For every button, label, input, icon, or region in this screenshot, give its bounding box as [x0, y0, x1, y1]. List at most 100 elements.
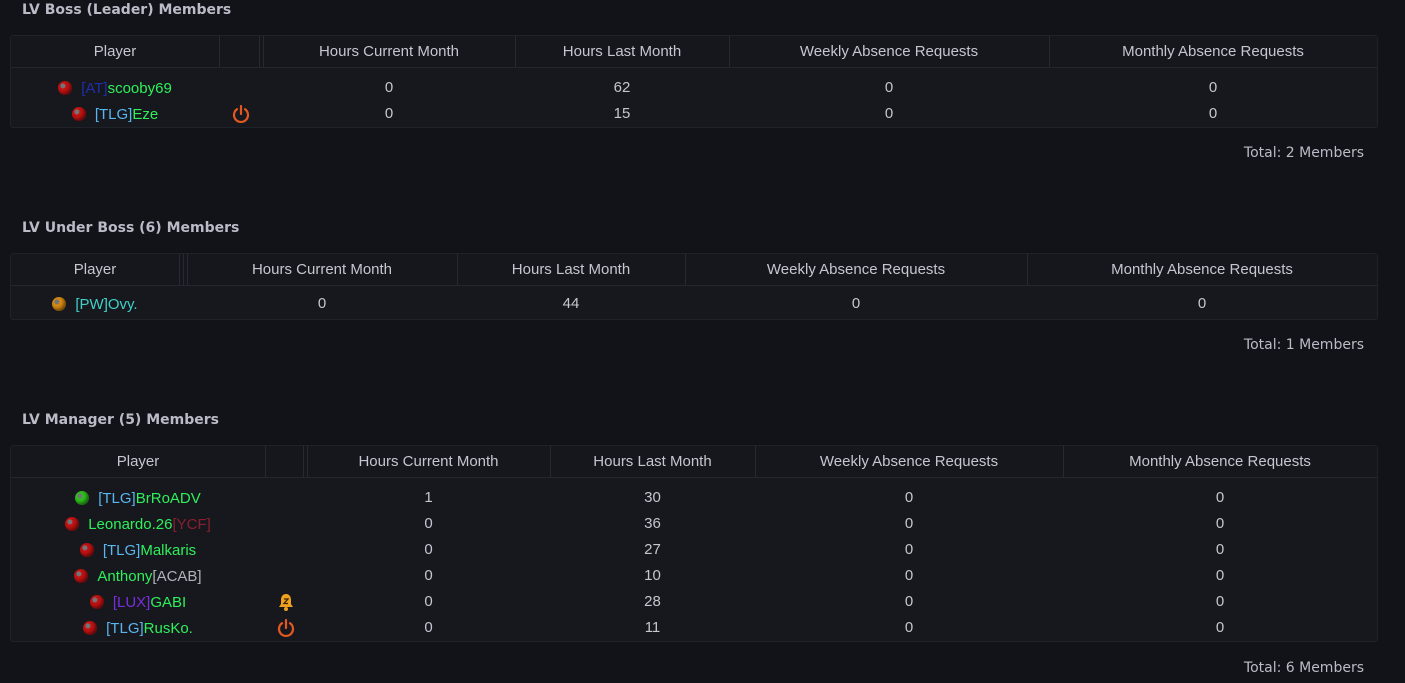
hours-last-cell: 10: [644, 567, 661, 584]
members-table: Player Hours Current Month Hours Last Mo…: [10, 445, 1378, 642]
hours-last-cell: 27: [644, 541, 661, 558]
total-count: Total: 1 Members: [1243, 337, 1364, 353]
weekly-absence-cell: 0: [904, 489, 914, 506]
player-name: RusKo.: [143, 619, 193, 637]
player-name-link[interactable]: [TLG]RusKo.: [106, 620, 193, 637]
weekly-absence-cell: 0: [904, 619, 914, 636]
weekly-absence-cell: 0: [884, 79, 894, 96]
status-red-icon: [58, 81, 73, 95]
col-hours-last[interactable]: Hours Last Month: [457, 254, 685, 285]
player-name: scooby69: [107, 79, 172, 97]
power-icon: [276, 618, 296, 638]
player-cell: [LUX]GABI: [11, 589, 265, 615]
monthly-absence-cell: 0: [1215, 593, 1225, 610]
player-name: BrRoADV: [135, 489, 201, 507]
hours-current-cell: 0: [424, 593, 433, 610]
player-name-link[interactable]: Leonardo.26[YCF]: [88, 516, 211, 533]
table-row[interactable]: [TLG]BrRoADV 1 30 0 0: [11, 485, 1377, 511]
monthly-absence-cell: 0: [1215, 515, 1225, 532]
table-row[interactable]: [AT]scooby69 0 62 0 0: [11, 75, 1377, 101]
weekly-absence-cell: 0: [904, 541, 914, 558]
player-name: Anthony: [97, 567, 153, 585]
player-tag: [PW]: [75, 295, 108, 313]
hours-current-cell: 0: [317, 295, 327, 312]
player-name-link[interactable]: [PW]Ovy.: [75, 296, 137, 313]
hours-last-cell: 15: [613, 105, 631, 122]
col-monthly-absence[interactable]: Monthly Absence Requests: [1063, 446, 1377, 477]
members-table: Player Hours Current Month Hours Last Mo…: [10, 253, 1378, 320]
player-name: GABI: [150, 593, 187, 611]
hours-current-cell: 1: [424, 489, 433, 506]
hours-last-cell: 28: [644, 593, 661, 610]
player-name-link[interactable]: [TLG]BrRoADV: [98, 490, 201, 507]
status-red-icon: [79, 543, 94, 557]
col-weekly-absence[interactable]: Weekly Absence Requests: [755, 446, 1063, 477]
table-row[interactable]: [TLG]Eze 0 15 0 0: [11, 101, 1377, 127]
hours-last-cell: 62: [613, 79, 631, 96]
hours-current-cell: 0: [424, 567, 433, 584]
player-name-link[interactable]: [LUX]GABI: [113, 594, 186, 611]
col-hours-current[interactable]: Hours Current Month: [263, 36, 515, 67]
table-row[interactable]: [PW]Ovy. 0 44 0 0: [11, 291, 1377, 317]
col-player[interactable]: Player: [11, 254, 179, 285]
player-tag: [TLG]: [102, 541, 141, 559]
player-cell: [TLG]RusKo.: [11, 615, 265, 641]
table-header: Player Hours Current Month Hours Last Mo…: [11, 36, 1377, 68]
player-suffix-tag: [ACAB]: [152, 567, 202, 585]
table-header: Player Hours Current Month Hours Last Mo…: [11, 446, 1377, 478]
player-tag: [TLG]: [106, 619, 144, 637]
hours-current-cell: 0: [424, 541, 433, 558]
table-header: Player Hours Current Month Hours Last Mo…: [11, 254, 1377, 286]
monthly-absence-cell: 0: [1208, 79, 1218, 96]
col-hours-last[interactable]: Hours Last Month: [515, 36, 729, 67]
status-green-icon: [75, 491, 90, 505]
status-orange-icon: [52, 297, 67, 311]
total-count: Total: 2 Members: [1243, 145, 1364, 161]
hours-last-cell: 36: [644, 515, 661, 532]
hours-last-cell: 30: [644, 489, 661, 506]
player-cell: Leonardo.26[YCF]: [11, 511, 265, 537]
col-weekly-absence[interactable]: Weekly Absence Requests: [685, 254, 1027, 285]
weekly-absence-cell: 0: [904, 567, 914, 584]
col-player[interactable]: Player: [11, 36, 219, 67]
player-cell: Anthony[ACAB]: [11, 563, 265, 589]
hours-current-cell: 0: [384, 105, 394, 122]
weekly-absence-cell: 0: [851, 295, 861, 312]
weekly-absence-cell: 0: [904, 515, 914, 532]
hours-last-cell: 11: [644, 619, 661, 636]
table-row[interactable]: Anthony[ACAB] 0 10 0 0: [11, 563, 1377, 589]
monthly-absence-cell: 0: [1197, 295, 1207, 312]
table-row[interactable]: [TLG]Malkaris 0 27 0 0: [11, 537, 1377, 563]
table-row[interactable]: [LUX]GABI 0 28 0 0: [11, 589, 1377, 615]
members-table: Player Hours Current Month Hours Last Mo…: [10, 35, 1378, 128]
monthly-absence-cell: 0: [1215, 541, 1225, 558]
player-name-link[interactable]: [AT]scooby69: [81, 80, 172, 97]
player-name-link[interactable]: [TLG]Eze: [95, 106, 158, 123]
col-hours-current[interactable]: Hours Current Month: [187, 254, 457, 285]
player-name: Eze: [132, 105, 159, 123]
player-name-link[interactable]: Anthony[ACAB]: [97, 568, 201, 585]
col-hours-current[interactable]: Hours Current Month: [307, 446, 550, 477]
player-name-link[interactable]: [TLG]Malkaris: [103, 542, 196, 559]
player-tag: [LUX]: [112, 593, 151, 611]
total-count: Total: 6 Members: [1243, 660, 1364, 676]
player-name: Leonardo.26: [88, 515, 173, 533]
status-red-icon: [89, 595, 104, 609]
monthly-absence-cell: 0: [1208, 105, 1218, 122]
hours-current-cell: 0: [384, 79, 394, 96]
hours-last-cell: 44: [562, 295, 580, 312]
player-name: Malkaris: [140, 541, 197, 559]
status-red-icon: [74, 569, 89, 583]
player-cell: [AT]scooby69: [11, 75, 219, 101]
table-row[interactable]: [TLG]RusKo. 0 11 0 0: [11, 615, 1377, 641]
player-cell: [TLG]Malkaris: [11, 537, 265, 563]
hours-current-cell: 0: [424, 619, 433, 636]
col-player[interactable]: Player: [11, 446, 265, 477]
col-monthly-absence[interactable]: Monthly Absence Requests: [1027, 254, 1377, 285]
col-hours-last[interactable]: Hours Last Month: [550, 446, 755, 477]
monthly-absence-cell: 0: [1215, 567, 1225, 584]
col-weekly-absence[interactable]: Weekly Absence Requests: [729, 36, 1049, 67]
table-row[interactable]: Leonardo.26[YCF] 0 36 0 0: [11, 511, 1377, 537]
col-monthly-absence[interactable]: Monthly Absence Requests: [1049, 36, 1377, 67]
player-tag: [TLG]: [98, 489, 136, 507]
